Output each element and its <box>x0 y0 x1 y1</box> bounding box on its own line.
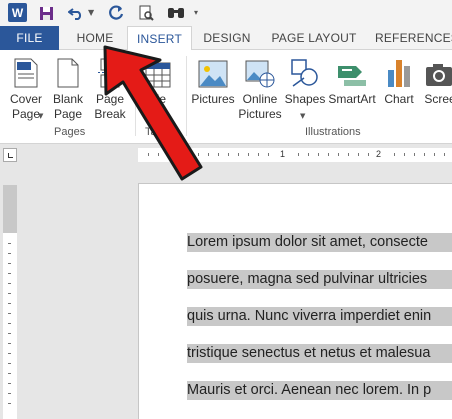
tab-selector-icon[interactable] <box>3 148 17 162</box>
undo-dropdown-icon[interactable]: ▼ <box>88 8 94 17</box>
quick-access-toolbar: W ▼ ▾ <box>0 0 452 26</box>
chart-icon <box>386 54 412 88</box>
customize-qat-icon[interactable]: ▾ <box>194 8 198 17</box>
online-pictures-icon <box>245 54 275 88</box>
chart-button[interactable]: Chart <box>382 54 416 107</box>
horizontal-ruler[interactable]: 1 2 <box>138 148 452 162</box>
shapes-icon <box>290 54 320 88</box>
document-line[interactable]: posuere, magna sed pulvinar ultricies <box>187 270 452 289</box>
tables-group-label: Ta <box>145 126 157 138</box>
illustrations-group-label: Illustrations <box>305 126 361 138</box>
page-break-icon <box>98 54 122 88</box>
table-icon <box>145 54 171 88</box>
tab-references[interactable]: REFERENCES <box>372 26 452 50</box>
word-logo-icon[interactable]: W <box>8 3 27 22</box>
document-line[interactable]: Mauris et orci. Aenean nec lorem. In p <box>187 381 452 400</box>
group-separator <box>135 56 136 136</box>
find-icon[interactable] <box>166 3 186 23</box>
tab-insert[interactable]: INSERT <box>127 26 192 51</box>
ruler-number: 2 <box>376 149 382 159</box>
document-line[interactable]: Lorem ipsum dolor sit amet, consecte <box>187 233 452 252</box>
online-pictures-button[interactable]: Online Pictures <box>237 54 283 122</box>
pictures-icon <box>198 54 228 88</box>
tab-file[interactable]: FILE <box>0 26 59 50</box>
print-preview-icon[interactable] <box>136 3 156 23</box>
document-line[interactable]: tristique senectus et netus et malesua <box>187 344 452 363</box>
save-icon[interactable] <box>36 3 56 23</box>
pictures-button[interactable]: Pictures <box>190 54 236 107</box>
pages-group-label: Pages <box>54 126 86 138</box>
shapes-dropdown-icon[interactable]: ▼ <box>300 112 305 120</box>
smartart-button[interactable]: SmartArt <box>326 54 378 107</box>
screenshot-icon <box>425 54 452 88</box>
ribbon-tabs: FILE HOME INSERT DESIGN PAGE LAYOUT REFE… <box>0 26 452 51</box>
ruler-number: 1 <box>280 149 286 159</box>
redo-icon[interactable] <box>106 3 126 23</box>
group-separator <box>186 56 187 136</box>
blank-page-icon <box>57 54 79 88</box>
table-button[interactable]: ble <box>138 54 178 107</box>
page-break-button[interactable]: Page Break <box>92 54 128 122</box>
horizontal-ruler-row: 1 2 <box>0 144 452 164</box>
blank-page-button[interactable]: Blank Page <box>50 54 86 122</box>
document-line[interactable]: quis urna. Nunc viverra imperdiet enin <box>187 307 452 326</box>
ribbon-insert: Cover Page ▼ Blank Page Page Break Pages… <box>0 50 452 144</box>
document-page[interactable]: Lorem ipsum dolor sit amet, consecte pos… <box>138 183 452 419</box>
shapes-button[interactable]: Shapes <box>284 54 326 107</box>
screenshot-button[interactable]: Scree <box>420 54 452 107</box>
tab-design[interactable]: DESIGN <box>196 26 258 50</box>
vertical-ruler[interactable] <box>3 185 17 419</box>
cover-page-dropdown-icon[interactable]: ▼ <box>38 112 43 120</box>
tab-home[interactable]: HOME <box>66 26 124 50</box>
cover-page-icon <box>14 54 38 88</box>
tab-page-layout[interactable]: PAGE LAYOUT <box>266 26 362 50</box>
smartart-icon <box>336 54 368 88</box>
undo-icon[interactable] <box>66 3 86 23</box>
